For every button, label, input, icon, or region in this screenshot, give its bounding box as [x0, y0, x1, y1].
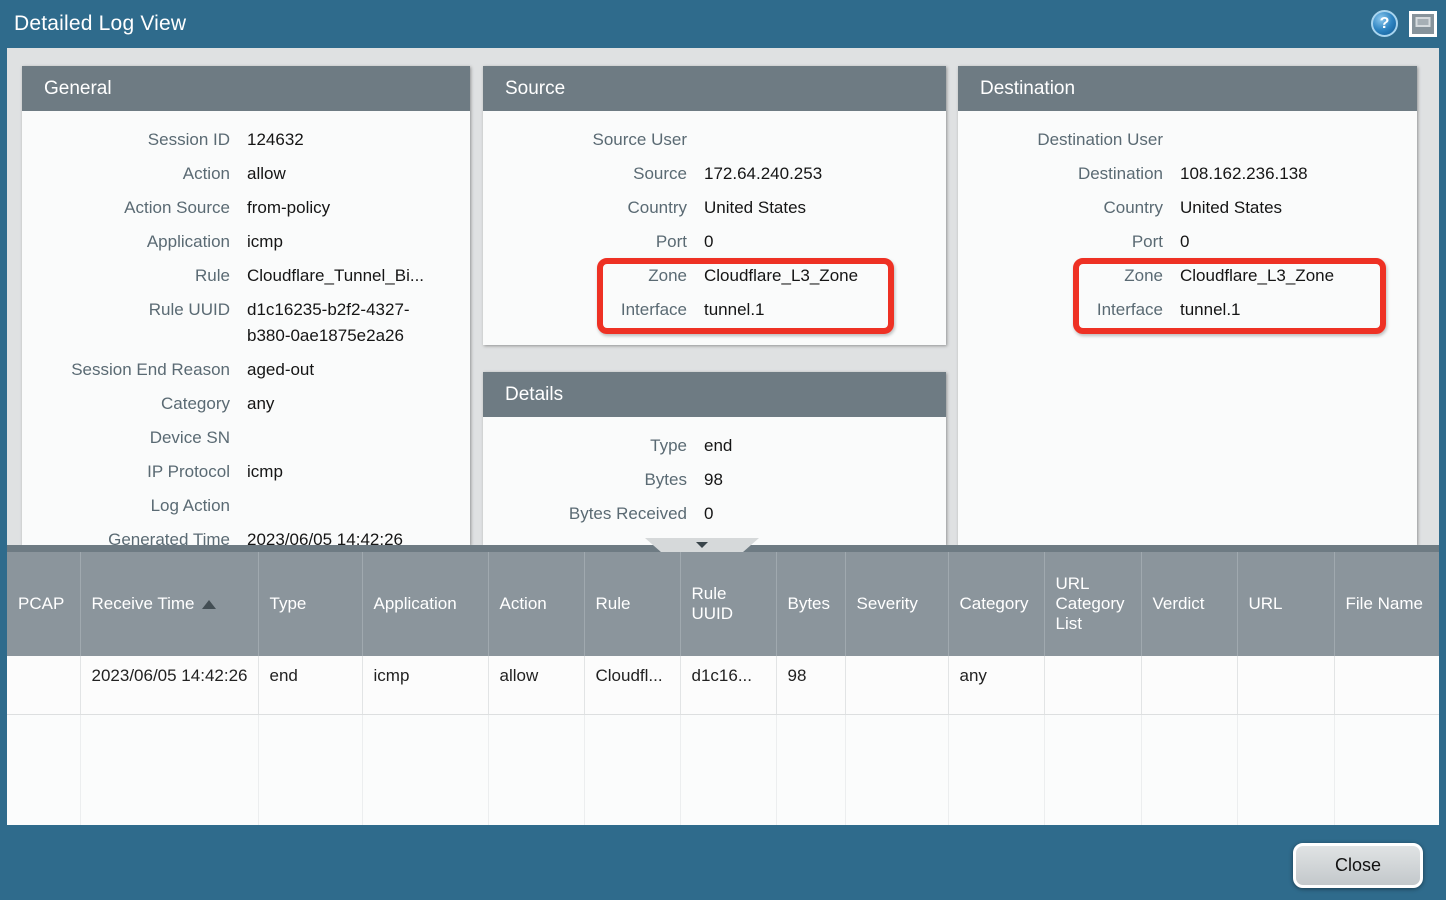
column-header-rule[interactable]: Rule [584, 552, 680, 656]
titlebar-icons: ? [1371, 10, 1437, 37]
column-header-category[interactable]: Category [948, 552, 1044, 656]
field-destination-user: Destination User [958, 123, 1417, 157]
general-panel-body: Session ID124632 Actionallow Action Sour… [22, 111, 470, 545]
field-category: Categoryany [22, 387, 470, 421]
chevron-down-icon [696, 542, 708, 548]
maximize-window-icon[interactable] [1409, 11, 1437, 37]
column-header-receive-time[interactable]: Receive Time [80, 552, 258, 656]
field-rule: RuleCloudflare_Tunnel_Bi... [22, 259, 470, 293]
field-bytes-received: Bytes Received0 [483, 497, 946, 531]
field-device-sn: Device SN [22, 421, 470, 455]
source-panel-header: Source [483, 66, 946, 111]
general-panel: General Session ID124632 Actionallow Act… [22, 66, 470, 545]
field-destination-zone: ZoneCloudflare_L3_Zone [958, 259, 1417, 293]
help-icon[interactable]: ? [1371, 10, 1398, 37]
cell-type: end [258, 656, 362, 714]
column-header-url-category-list[interactable]: URL Category List [1044, 552, 1141, 656]
field-generated-time: Generated Time2023/06/05 14:42:26 [22, 523, 470, 545]
field-source: Source172.64.240.253 [483, 157, 946, 191]
destination-panel-body: Destination User Destination108.162.236.… [958, 111, 1417, 545]
table-filler-row [7, 714, 1439, 825]
details-panel: Details Typeend Bytes98 Bytes Received0 [483, 372, 946, 545]
close-button[interactable]: Close [1293, 843, 1423, 888]
details-panel-body: Typeend Bytes98 Bytes Received0 [483, 417, 946, 545]
field-action-source: Action Sourcefrom-policy [22, 191, 470, 225]
column-header-rule-uuid[interactable]: Rule UUID [680, 552, 776, 656]
column-header-application[interactable]: Application [362, 552, 488, 656]
column-header-severity[interactable]: Severity [845, 552, 948, 656]
destination-panel-header: Destination [958, 66, 1417, 111]
table-header-row: PCAP Receive Time Type Application Actio… [7, 552, 1439, 656]
cell-verdict [1141, 656, 1237, 714]
column-header-type[interactable]: Type [258, 552, 362, 656]
dialog-content: General Session ID124632 Actionallow Act… [7, 48, 1439, 545]
field-destination: Destination108.162.236.138 [958, 157, 1417, 191]
cell-action: allow [488, 656, 584, 714]
splitter-handle[interactable] [645, 538, 759, 552]
cell-bytes: 98 [776, 656, 845, 714]
cell-rule: Cloudfl... [584, 656, 680, 714]
field-source-zone: ZoneCloudflare_L3_Zone [483, 259, 946, 293]
field-source-user: Source User [483, 123, 946, 157]
field-source-country: CountryUnited States [483, 191, 946, 225]
field-source-port: Port0 [483, 225, 946, 259]
detailed-log-view-dialog: { "titlebar": { "title": "Detailed Log V… [0, 0, 1446, 900]
field-rule-uuid: Rule UUIDd1c16235-b2f2-4327-b380-0ae1875… [22, 293, 470, 353]
log-table: PCAP Receive Time Type Application Actio… [7, 552, 1439, 825]
field-destination-port: Port0 [958, 225, 1417, 259]
sort-ascending-icon [202, 600, 216, 609]
window-glyph [1416, 17, 1431, 27]
cell-url-category-list [1044, 656, 1141, 714]
table-row[interactable]: 2023/06/05 14:42:26 end icmp allow Cloud… [7, 656, 1439, 714]
column-header-file-name[interactable]: File Name [1334, 552, 1439, 656]
log-table-container: PCAP Receive Time Type Application Actio… [7, 552, 1439, 825]
column-header-verdict[interactable]: Verdict [1141, 552, 1237, 656]
cell-url [1237, 656, 1334, 714]
field-log-action: Log Action [22, 489, 470, 523]
field-source-interface: Interfacetunnel.1 [483, 293, 946, 327]
cell-rule-uuid: d1c16... [680, 656, 776, 714]
column-header-url[interactable]: URL [1237, 552, 1334, 656]
cell-file-name [1334, 656, 1439, 714]
page-title: Detailed Log View [14, 0, 186, 48]
column-header-action[interactable]: Action [488, 552, 584, 656]
general-panel-header: General [22, 66, 470, 111]
cell-category: any [948, 656, 1044, 714]
cell-application: icmp [362, 656, 488, 714]
source-panel: Source Source User Source172.64.240.253 … [483, 66, 946, 345]
details-panel-header: Details [483, 372, 946, 417]
field-session-id: Session ID124632 [22, 123, 470, 157]
field-bytes: Bytes98 [483, 463, 946, 497]
field-action: Actionallow [22, 157, 470, 191]
cell-receive-time: 2023/06/05 14:42:26 [80, 656, 258, 714]
column-header-pcap[interactable]: PCAP [7, 552, 80, 656]
titlebar: Detailed Log View ? [0, 0, 1446, 48]
column-header-bytes[interactable]: Bytes [776, 552, 845, 656]
field-session-end-reason: Session End Reasonaged-out [22, 353, 470, 387]
cell-severity [845, 656, 948, 714]
destination-panel: Destination Destination User Destination… [958, 66, 1417, 545]
field-application: Applicationicmp [22, 225, 470, 259]
source-panel-body: Source User Source172.64.240.253 Country… [483, 111, 946, 345]
field-ip-protocol: IP Protocolicmp [22, 455, 470, 489]
cell-pcap [7, 656, 80, 714]
field-type: Typeend [483, 429, 946, 463]
field-destination-country: CountryUnited States [958, 191, 1417, 225]
field-destination-interface: Interfacetunnel.1 [958, 293, 1417, 327]
